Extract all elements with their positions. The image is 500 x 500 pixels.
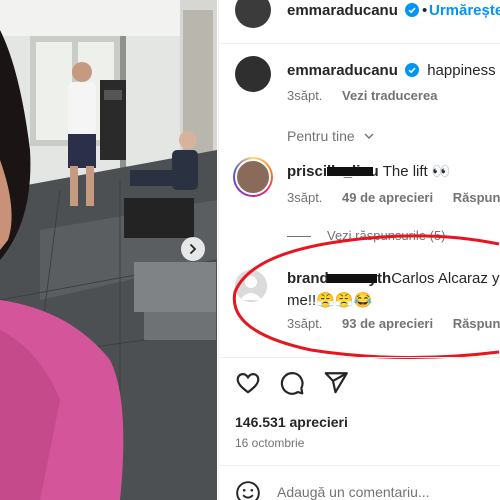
comment-meta: 3săpt. 93 de aprecieri Răspunde <box>287 316 500 331</box>
post-photo <box>0 0 217 500</box>
post-header: emmaraducanu • Urmărește <box>219 0 500 44</box>
share-icon <box>324 372 348 394</box>
user-silhouette-icon <box>235 270 267 302</box>
view-replies-label: Vezi răspunsurile (5) <box>327 228 446 243</box>
reply-button[interactable]: Răspunde <box>453 316 500 331</box>
comment-sort-dropdown[interactable]: Pentru tine <box>287 128 375 144</box>
caption: emmaraducanu happiness do <box>287 62 500 79</box>
emoji-picker-button[interactable] <box>235 480 261 500</box>
comment-text: The lift 👀 <box>382 163 451 180</box>
verified-badge-icon <box>405 63 420 77</box>
comment-time: 3săpt. <box>287 316 323 331</box>
smiley-icon <box>236 481 260 500</box>
add-comment-input[interactable] <box>277 484 497 500</box>
comment-time: 3săpt. <box>287 190 323 205</box>
translate-link[interactable]: Vezi traducerea <box>342 88 437 103</box>
comment-text-line-1: Carlos Alcaraz you <box>391 270 500 287</box>
comment-likes[interactable]: 93 de aprecieri <box>342 316 433 331</box>
comment-meta: 3săpt. 49 de aprecieri Răspunde <box>287 190 500 205</box>
like-button[interactable] <box>235 370 261 396</box>
post-details-panel: emmaraducanu • Urmărește emmaraducanu ha… <box>218 0 500 500</box>
comment-bubble-icon <box>280 372 304 395</box>
reply-button[interactable]: Răspunde <box>453 190 500 205</box>
comment-button[interactable] <box>279 370 305 396</box>
actions-divider <box>219 357 500 358</box>
author-username[interactable]: emmaraducanu <box>287 2 398 19</box>
comment-line-1: brandonsmythCarlos Alcaraz you <box>287 268 500 290</box>
caption-text: happiness do <box>427 62 500 79</box>
view-replies-link[interactable]: Vezi răspunsurile (5) <box>287 228 446 243</box>
author-avatar[interactable] <box>235 0 271 28</box>
caption-meta: 3săpt. Vezi traducerea <box>287 88 437 103</box>
next-image-button[interactable] <box>181 237 205 261</box>
comment-sort-label: Pentru tine <box>287 128 355 144</box>
author-name-row: emmaraducanu <box>287 2 420 20</box>
follow-button[interactable]: Urmărește <box>429 2 500 19</box>
comment-2: brandonsmythCarlos Alcaraz you me!!😤😤😂 <box>287 268 500 312</box>
replies-divider-line <box>287 236 311 238</box>
composer-divider <box>219 465 500 466</box>
comment-avatar[interactable] <box>233 157 273 197</box>
redaction-bar <box>327 274 377 283</box>
redaction-bar <box>327 167 373 176</box>
heart-icon <box>236 373 260 394</box>
verified-badge-icon <box>405 3 420 17</box>
post-date: 16 octombrie <box>235 436 305 450</box>
caption-username[interactable]: emmaraducanu <box>287 62 398 79</box>
caption-time: 3săpt. <box>287 88 323 103</box>
comment-text-line-2: me!!😤😤😂 <box>287 292 373 309</box>
default-avatar[interactable] <box>235 270 267 302</box>
comment-likes[interactable]: 49 de aprecieri <box>342 190 433 205</box>
chevron-down-icon <box>364 133 374 139</box>
chevron-right-icon <box>190 244 197 254</box>
likes-count[interactable]: 146.531 aprecieri <box>235 414 348 430</box>
comment-1: priscilla_liouThe lift 👀 <box>287 162 451 180</box>
caption-author-avatar[interactable] <box>235 56 271 92</box>
separator-dot: • <box>422 2 428 19</box>
post-actions <box>235 370 349 396</box>
share-button[interactable] <box>323 370 349 396</box>
